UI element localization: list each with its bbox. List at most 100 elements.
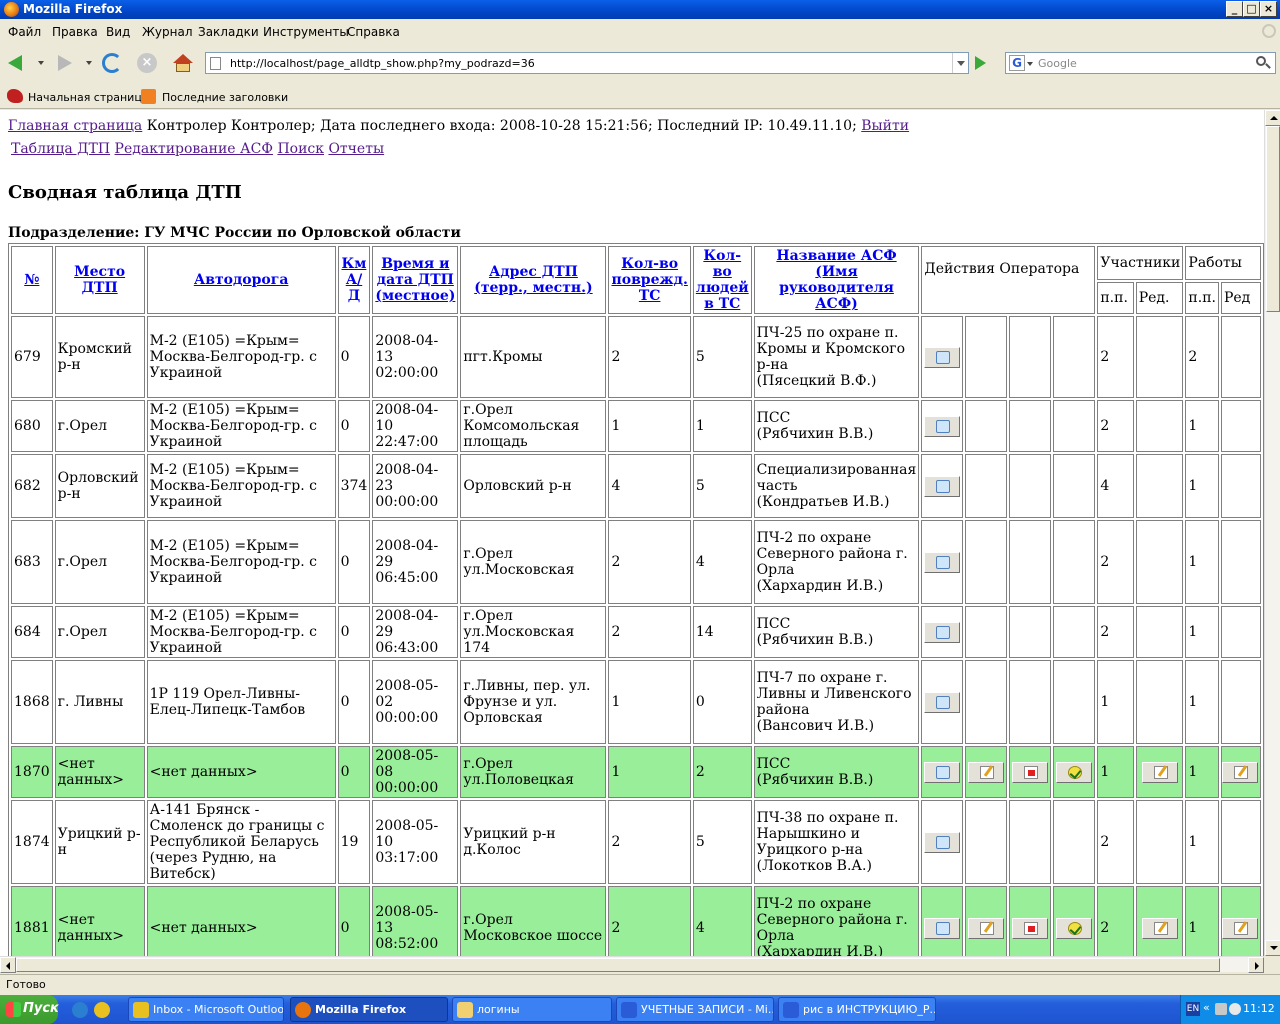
sort-place-link[interactable]: Место ДТП: [74, 264, 125, 296]
search-engine-dropdown-icon[interactable]: [1027, 62, 1033, 66]
menu-bookmarks[interactable]: Закладки: [198, 25, 259, 39]
ie-quicklaunch-icon[interactable]: [72, 1002, 88, 1018]
sort-asf-link[interactable]: Название АСФ (Имя руководителя АСФ): [776, 248, 896, 312]
network-tray-icon[interactable]: [1215, 1003, 1227, 1015]
back-button[interactable]: [4, 50, 32, 76]
address-dropdown-button[interactable]: [952, 53, 968, 73]
cell-address: Орловский р-н: [460, 454, 607, 518]
participants-edit-button[interactable]: [1141, 917, 1178, 939]
stop-button[interactable]: ×: [134, 50, 162, 76]
close-button[interactable]: ×: [1260, 1, 1277, 17]
scroll-up-button[interactable]: [1265, 110, 1280, 126]
bookmark-home-icon: [7, 89, 23, 103]
cell-asf: ПСС (Рябчихин В.В.): [753, 746, 920, 798]
task-logins[interactable]: логины: [452, 997, 612, 1022]
view-button[interactable]: [924, 917, 961, 939]
asf-name: ПСС: [756, 616, 791, 632]
horizontal-scroll-thumb[interactable]: [16, 958, 1220, 972]
cell-address: Урицкий р-н д.Колос: [460, 800, 607, 884]
tray-expand-chevron[interactable]: «: [1203, 1001, 1210, 1014]
home-button[interactable]: [170, 50, 198, 76]
bookmark-home[interactable]: Начальная страница: [28, 91, 149, 104]
nav-search[interactable]: Поиск: [277, 141, 324, 157]
address-url[interactable]: http://localhost/page_alldtp_show.php?my…: [230, 57, 535, 70]
task-word-accounts[interactable]: УЧЕТНЫЕ ЗАПИСИ - Mi...: [616, 997, 774, 1022]
volume-tray-icon[interactable]: [1229, 1003, 1241, 1015]
horizontal-scrollbar[interactable]: [0, 956, 1264, 973]
forward-dropdown-icon[interactable]: [86, 61, 92, 65]
view-button[interactable]: [924, 415, 961, 437]
sort-time-link[interactable]: Время и дата ДТП (местное): [375, 256, 455, 304]
vertical-scroll-thumb[interactable]: [1266, 126, 1280, 312]
delete-button[interactable]: [1012, 917, 1049, 939]
logout-link[interactable]: Выйти: [861, 118, 909, 134]
menu-view[interactable]: Вид: [106, 25, 130, 39]
maximize-button[interactable]: □: [1243, 1, 1260, 17]
scroll-down-button[interactable]: [1265, 940, 1280, 956]
search-engine-icon[interactable]: G: [1009, 55, 1025, 71]
back-dropdown-icon[interactable]: [38, 61, 44, 65]
cell-works-edit: [1220, 400, 1261, 452]
language-indicator[interactable]: EN: [1186, 1002, 1200, 1016]
works-edit-button[interactable]: [1221, 761, 1258, 783]
task-word-instruction[interactable]: рис в ИНСТРУКЦИЮ_Р...: [778, 997, 936, 1022]
start-button[interactable]: Пуск: [0, 995, 59, 1024]
nav-dtp-table[interactable]: Таблица ДТП: [11, 141, 110, 157]
view-button[interactable]: [924, 346, 961, 368]
edit-button[interactable]: [968, 761, 1005, 783]
cell-participants-edit: [1135, 886, 1184, 956]
view-button[interactable]: [924, 691, 961, 713]
confirm-button[interactable]: [1056, 917, 1093, 939]
dtp-table: № Место ДТП Автодорога Км А/Д Время и да…: [8, 243, 1264, 956]
view-button[interactable]: [924, 475, 961, 497]
bookmark-latest-headlines[interactable]: Последние заголовки: [162, 91, 288, 104]
sort-people-link[interactable]: Кол-во людей в ТС: [696, 248, 749, 312]
cell-asf: ПЧ-2 по охране Северного района г. Орла(…: [753, 886, 920, 956]
search-bar[interactable]: G Google: [1005, 52, 1276, 74]
view-button[interactable]: [924, 621, 961, 643]
view-button[interactable]: [924, 761, 961, 783]
menu-help[interactable]: Справка: [347, 25, 400, 39]
task-outlook[interactable]: Inbox - Microsoft Outlook: [128, 997, 284, 1022]
search-input[interactable]: Google: [1038, 57, 1077, 70]
sort-km-link[interactable]: Км А/Д: [342, 256, 367, 304]
delete-button[interactable]: [1012, 761, 1049, 783]
participants-edit-button[interactable]: [1141, 761, 1178, 783]
reload-button[interactable]: [99, 50, 127, 76]
sort-num-link[interactable]: №: [24, 272, 39, 288]
cell-damaged: 2: [608, 886, 691, 956]
menu-history[interactable]: Журнал: [142, 25, 193, 39]
search-icon[interactable]: [1254, 55, 1272, 71]
col-header-participants: Участники: [1097, 246, 1184, 281]
sort-road-link[interactable]: Автодорога: [194, 272, 289, 288]
scroll-right-button[interactable]: [1248, 957, 1264, 973]
asf-chief: (Вансович И.В.): [756, 718, 875, 734]
user-info-line: Главная страница Контролер Контролер; Да…: [8, 118, 909, 134]
works-edit-button[interactable]: [1221, 917, 1258, 939]
confirm-button[interactable]: [1056, 761, 1093, 783]
asf-chief: (Хархардин И.В.): [756, 578, 884, 594]
nav-asf-edit[interactable]: Редактирование АСФ: [115, 141, 273, 157]
menu-tools[interactable]: Инструменты: [263, 25, 349, 39]
menu-file[interactable]: Файл: [8, 25, 41, 39]
sort-damaged-link[interactable]: Кол-во поврежд. ТС: [611, 256, 687, 304]
stop-icon: ×: [137, 53, 157, 73]
view-button[interactable]: [924, 831, 961, 853]
cell-action: [965, 660, 1008, 744]
reload-icon: [102, 53, 122, 73]
forward-button[interactable]: [50, 50, 78, 76]
scroll-left-button[interactable]: [0, 957, 16, 973]
view-button[interactable]: [924, 551, 961, 573]
menu-edit[interactable]: Правка: [52, 25, 98, 39]
task-firefox[interactable]: Mozilla Firefox: [290, 997, 448, 1022]
edit-button[interactable]: [968, 917, 1005, 939]
home-link[interactable]: Главная страница: [8, 118, 142, 134]
vertical-scrollbar[interactable]: [1264, 110, 1280, 956]
cell-participants-count: 2: [1097, 606, 1134, 658]
go-button[interactable]: [975, 56, 986, 70]
address-bar[interactable]: http://localhost/page_alldtp_show.php?my…: [205, 52, 969, 74]
sort-address-link[interactable]: Адрес ДТП (терр., местн.): [474, 264, 592, 296]
nav-reports[interactable]: Отчеты: [328, 141, 384, 157]
minimize-button[interactable]: _: [1226, 1, 1243, 17]
outlook-quicklaunch-icon[interactable]: [94, 1002, 110, 1018]
